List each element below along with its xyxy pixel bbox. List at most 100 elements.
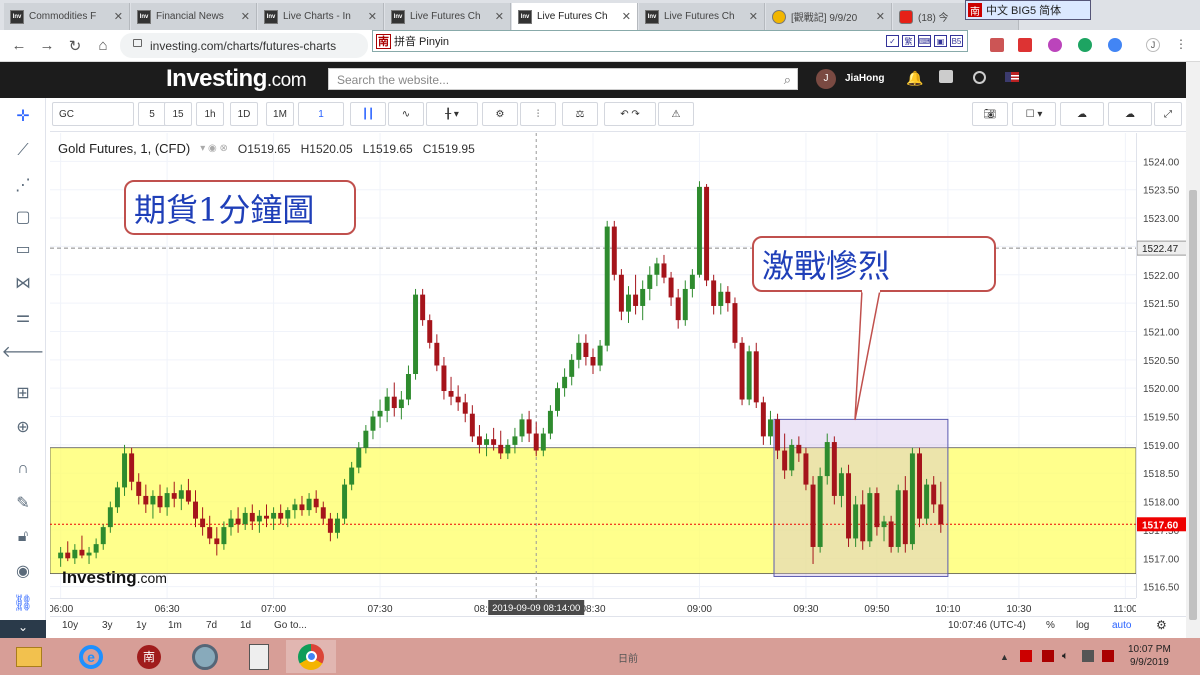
ie-icon[interactable]: e [66,640,116,673]
home-icon[interactable]: ⌂ [94,37,112,54]
interval-button[interactable]: 1M [266,102,294,126]
tray-ime-icon[interactable] [1020,650,1032,662]
notepad-icon[interactable] [234,640,284,673]
bell-icon[interactable]: 🔔 [906,70,923,87]
tray-ime2-icon[interactable] [1102,650,1114,662]
close-tab-icon[interactable]: ✕ [368,10,377,23]
magnet-icon[interactable]: ∩ [12,458,34,480]
clock-icon[interactable] [973,71,986,84]
menu-icon[interactable]: ⋮ [1174,38,1188,52]
forward-arrow-icon[interactable]: → [38,37,56,54]
eye-icon[interactable]: ◉ [12,560,34,582]
browser-tab[interactable]: Inv Live Futures Ch ✕ [639,3,765,30]
browser-tab[interactable]: Inv Financial News ✕ [131,3,257,30]
range-button[interactable]: 1m [168,620,182,631]
investing-logo[interactable]: Investing.com [166,65,307,93]
ime-option-icon[interactable]: ✓ [886,35,899,47]
undo-redo-icon[interactable]: ↶ ↷ [604,102,656,126]
browser-tab[interactable]: Inv Live Charts - In ✕ [258,3,384,30]
close-tab-icon[interactable]: ✕ [622,10,631,23]
zoom-icon[interactable]: ⊕ [12,416,34,438]
crosshair-icon[interactable]: ✛ [12,105,34,127]
close-tab-icon[interactable]: ✕ [495,10,504,23]
legend-toggle-icon[interactable]: ▾ ◉ ⊗ [200,143,228,154]
key-icon[interactable] [1048,38,1062,52]
cloud-download-icon[interactable]: ☁ [1060,102,1104,126]
scrollbar-thumb[interactable] [1189,190,1197,620]
interval-button[interactable]: 15 [164,102,192,126]
lock-tool-icon[interactable]: 🔓︎ [12,526,34,548]
auto-toggle[interactable]: auto [1112,620,1131,631]
fib-icon[interactable]: ⋰ [12,174,34,196]
ime-option-icon[interactable]: B5 [950,35,963,47]
percent-toggle[interactable]: % [1046,620,1055,631]
range-button[interactable]: 10y [62,620,78,631]
compare-icon[interactable]: ⚖ [562,102,598,126]
symbol-input[interactable]: GC [52,102,134,126]
us-flag-icon[interactable] [1005,72,1019,82]
log-toggle[interactable]: log [1076,620,1089,631]
range-button[interactable]: 7d [206,620,217,631]
close-tab-icon[interactable]: ✕ [114,10,123,23]
camera-icon[interactable]: 📷︎ [972,102,1008,126]
network-icon[interactable] [1082,650,1094,662]
cloud-upload-icon[interactable]: ☁ [1108,102,1152,126]
ime-language-bar[interactable]: 南 中文 BIG5 简体 [965,0,1091,20]
time-axis[interactable]: 06:00 06:30 07:00 07:30 08:00 08:30 09:00 09:30… [48,598,1138,616]
annotation-left[interactable]: 期貨1分鐘圖 [124,180,356,235]
volume-icon[interactable]: 🔈︎ [1062,650,1069,663]
reload-icon[interactable]: ↻ [66,37,84,55]
range-button[interactable]: 1d [240,620,251,631]
fullscreen-icon[interactable]: ⤢ [1154,102,1182,126]
search-icon[interactable]: ⌕ [784,72,791,88]
tool-icon[interactable] [1018,38,1032,52]
range-button[interactable]: 1y [136,620,147,631]
rectangle-icon[interactable]: ▢ [12,206,34,228]
interval-button[interactable]: 1 [298,102,344,126]
site-search-input[interactable]: Search the website... ⌕ [328,68,798,90]
pencil-lock-icon[interactable]: ✎ [12,492,34,514]
interval-button[interactable]: 5 [138,102,166,126]
ime-app-icon[interactable]: 南 [124,640,174,673]
close-tab-icon[interactable]: ✕ [876,10,885,23]
browser-tab[interactable]: [觀戰記] 9/9/20 ✕ [766,3,892,30]
ime-option-icon[interactable]: 繁 [902,35,915,47]
comment-icon[interactable]: ▭ [12,238,34,260]
interval-button[interactable]: 1h [196,102,224,126]
avatar[interactable]: J [816,69,836,89]
ruler-icon[interactable]: ⊞ [12,382,34,404]
url-bar[interactable]: investing.com/charts/futures-charts [120,33,368,58]
collapse-toolbar-button[interactable]: ⌄ [0,620,46,638]
chart-type-dropdown[interactable]: ╂ ▾ [426,102,478,126]
alert-icon[interactable]: ⚠ [658,102,694,126]
annotation-right[interactable]: 激戰慘烈 [752,236,996,292]
briefcase-icon[interactable] [939,70,953,83]
tray-chevron-icon[interactable]: ▲ [1000,652,1009,662]
back-arrow-icon[interactable]: ← [10,37,28,54]
pdf-icon[interactable] [990,38,1004,52]
indicators-icon[interactable]: ⫶ [520,102,556,126]
prediction-icon[interactable]: ⚌ [12,306,34,328]
interval-button[interactable]: 1D [230,102,258,126]
range-button[interactable]: 3y [102,620,113,631]
ime-option-icon[interactable]: ⌨ [918,35,931,47]
back-arrow-tool-icon[interactable]: 🡐 [2,340,45,362]
profile-icon[interactable]: J [1146,38,1160,52]
close-tab-icon[interactable]: ✕ [241,10,250,23]
file-explorer-icon[interactable] [4,640,54,673]
lens-icon[interactable] [1108,38,1122,52]
range-button[interactable]: Go to... [274,620,307,631]
link-icon[interactable]: ⛓ [12,592,34,614]
line-chart-icon[interactable]: ∿ [388,102,424,126]
browser-app-icon[interactable] [180,640,230,673]
candles-icon[interactable]: ┃┃ [350,102,386,126]
color-dropdown[interactable]: ☐ ▾ [1012,102,1056,126]
grammarly-icon[interactable] [1078,38,1092,52]
trendline-icon[interactable]: ⟋ [12,140,34,162]
close-tab-icon[interactable]: ✕ [749,10,758,23]
ime-option-icon[interactable]: ▣ [934,35,947,47]
chrome-icon[interactable] [286,640,336,673]
ime-pinyin-bar[interactable]: 南 拼音 Pinyin ✓ 繁 ⌨ ▣ B5 [372,30,968,52]
price-axis[interactable]: 1524.001523.501523.001522.501522.001521.… [1136,133,1188,598]
browser-tab[interactable]: Inv Live Futures Ch ✕ [385,3,511,30]
